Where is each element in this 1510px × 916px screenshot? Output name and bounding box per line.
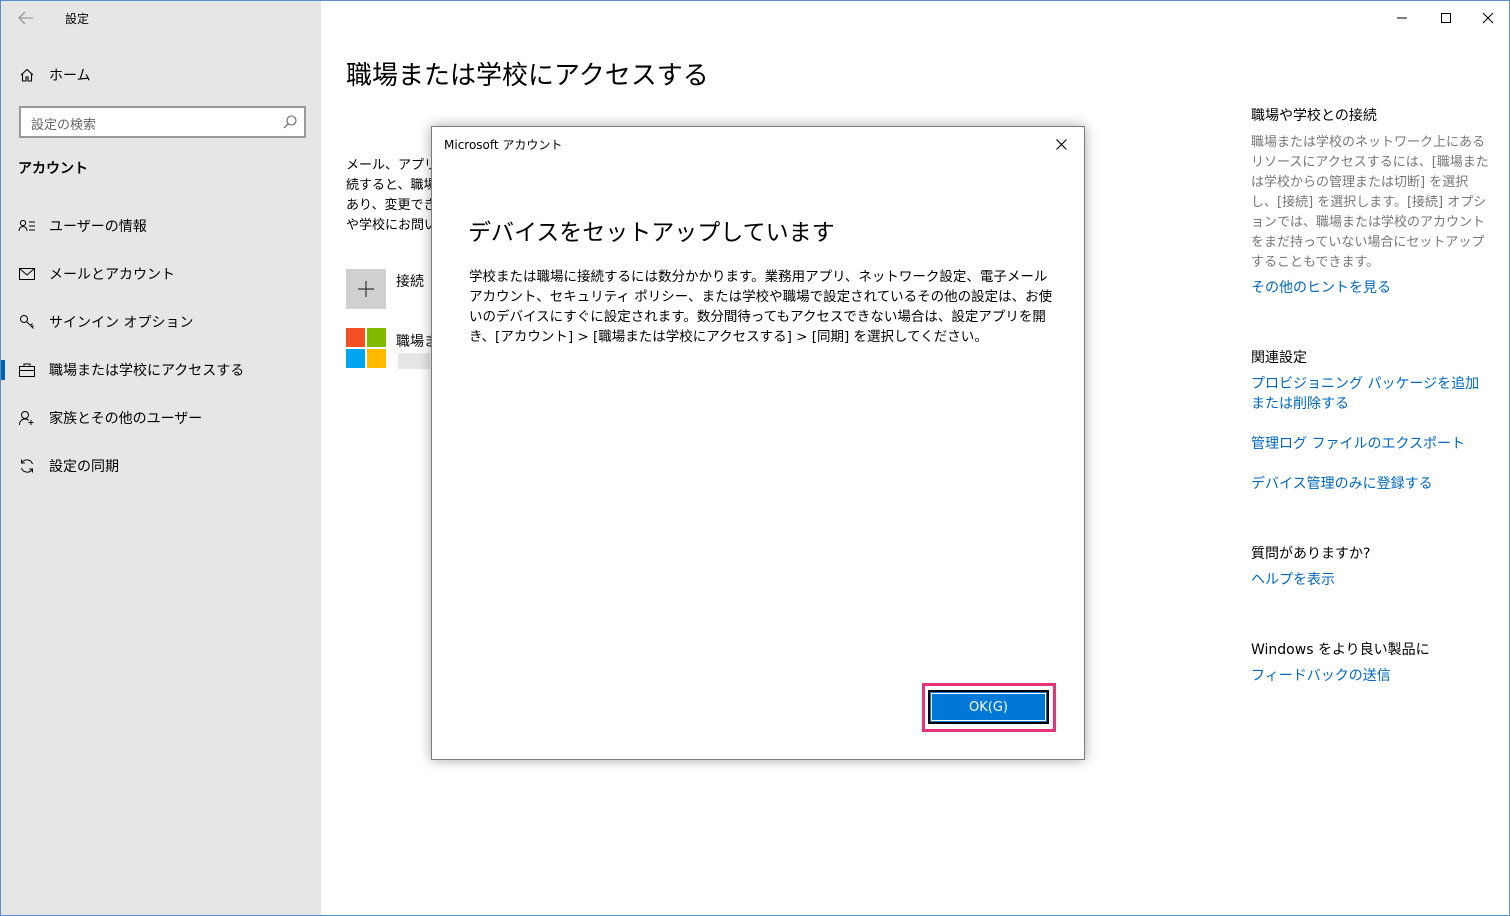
home-icon: [17, 65, 37, 85]
enroll-device-link[interactable]: デバイス管理のみに登録する: [1251, 474, 1491, 494]
logo-square-yellow: [367, 349, 386, 368]
user-info-icon: [17, 216, 37, 236]
right-section-text: 職場または学校のネットワーク上にあるリソースにアクセスするには、[職場または学校…: [1251, 135, 1489, 270]
back-button[interactable]: [11, 5, 41, 31]
add-user-icon: [17, 408, 37, 428]
sidebar-item-user-info[interactable]: ユーザーの情報: [1, 206, 321, 246]
logo-square-green: [367, 328, 386, 347]
close-icon: [1055, 138, 1067, 150]
search-icon: [283, 115, 297, 129]
connect-button[interactable]: [346, 269, 386, 309]
sidebar: 設定 ホーム 設定の検索 アカウント ユーザーの情報 メールとアカウント サイン…: [1, 1, 321, 915]
dialog-heading: デバイスをセットアップしています: [468, 220, 835, 246]
export-log-link[interactable]: 管理ログ ファイルのエクスポート: [1251, 434, 1491, 454]
sidebar-item-label: サインイン オプション: [49, 315, 194, 331]
titlebar-left: 設定: [1, 1, 321, 35]
get-help-link[interactable]: ヘルプを表示: [1251, 570, 1491, 590]
sidebar-item-label: ユーザーの情報: [49, 219, 147, 235]
logo-square-red: [346, 328, 365, 347]
search-placeholder: 設定の検索: [31, 118, 97, 133]
app-title: 設定: [65, 12, 90, 26]
maximize-button[interactable]: [1423, 1, 1469, 35]
sidebar-item-label: メールとアカウント: [49, 267, 175, 283]
connect-label[interactable]: 接続: [396, 271, 424, 291]
dialog-body-text: 学校または職場に接続するには数分かかります。業務用アプリ、ネットワーク設定、電子…: [469, 269, 1053, 345]
blurred-account-detail: [398, 353, 430, 369]
back-arrow-icon: [18, 11, 33, 25]
more-tips-link[interactable]: その他のヒントを見る: [1251, 278, 1491, 298]
sidebar-item-label: 家族とその他のユーザー: [49, 411, 203, 427]
sidebar-item-label: 職場または学校にアクセスする: [49, 363, 245, 379]
minimize-icon: [1397, 17, 1407, 19]
microsoft-logo-icon: [346, 328, 386, 368]
nav-home-label: ホーム: [49, 68, 91, 84]
close-icon: [1482, 12, 1494, 24]
active-indicator: [1, 360, 5, 380]
feedback-title: Windows をより良い製品に: [1251, 642, 1430, 658]
sidebar-item-sign-in[interactable]: サインイン オプション: [1, 302, 321, 342]
logo-square-blue: [346, 349, 365, 368]
close-window-button[interactable]: [1465, 1, 1509, 35]
dialog-title: Microsoft アカウント: [444, 138, 563, 152]
sidebar-section-title: アカウント: [18, 161, 88, 177]
sidebar-item-mail[interactable]: メールとアカウント: [1, 254, 321, 294]
maximize-icon: [1441, 13, 1451, 23]
nav-home[interactable]: ホーム: [1, 59, 321, 91]
plus-icon: [358, 281, 374, 297]
key-icon: [17, 312, 37, 332]
sidebar-item-label: 設定の同期: [49, 459, 119, 475]
search-input[interactable]: 設定の検索: [19, 106, 306, 138]
microsoft-account-dialog: Microsoft アカウント デバイスをセットアップしています 学校または職場…: [431, 126, 1085, 760]
briefcase-icon: [17, 360, 37, 380]
sync-icon: [17, 456, 37, 476]
questions-title: 質問がありますか?: [1251, 546, 1371, 562]
ok-button[interactable]: OK(G): [928, 690, 1049, 724]
sidebar-item-family[interactable]: 家族とその他のユーザー: [1, 398, 321, 438]
sidebar-item-sync[interactable]: 設定の同期: [1, 446, 321, 486]
dialog-close-button[interactable]: [1046, 133, 1076, 155]
right-section-title: 職場や学校との接続: [1251, 108, 1377, 124]
mail-icon: [17, 264, 37, 284]
provisioning-package-link[interactable]: プロビジョニング パッケージを追加または削除する: [1251, 374, 1491, 414]
related-settings-title: 関連設定: [1251, 350, 1307, 366]
feedback-link[interactable]: フィードバックの送信: [1251, 666, 1491, 686]
settings-window: 設定 ホーム 設定の検索 アカウント ユーザーの情報 メールとアカウント サイン…: [0, 0, 1510, 916]
minimize-button[interactable]: [1379, 1, 1425, 35]
page-title: 職場または学校にアクセスする: [346, 61, 709, 91]
sidebar-item-work-school[interactable]: 職場または学校にアクセスする: [1, 350, 321, 390]
